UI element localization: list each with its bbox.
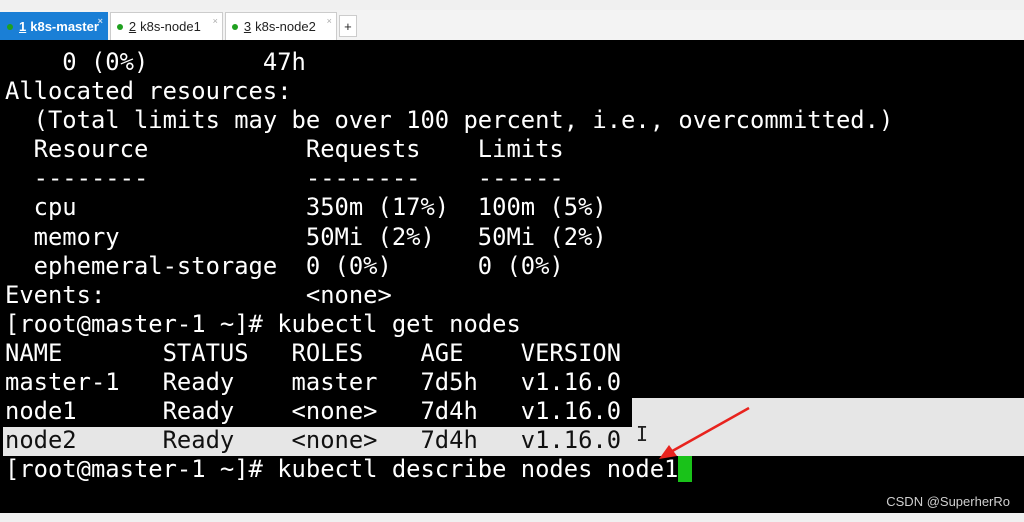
status-bar bbox=[0, 513, 1024, 522]
watermark: CSDN @SuperherRo bbox=[886, 494, 1010, 509]
terminal-line: Events: <none> bbox=[5, 280, 392, 309]
terminal-line-selected: node2 Ready <none> 7d4h v1.16.0 bbox=[5, 426, 622, 455]
terminal-line: master-1 Ready master 7d5h v1.16.0 bbox=[5, 368, 622, 397]
tab-k8s-master[interactable]: 1 k8s-master × bbox=[0, 12, 108, 40]
tab-label: k8s-master bbox=[30, 19, 99, 34]
status-dot-icon bbox=[231, 23, 238, 30]
terminal-line: node1 Ready <none> 7d4h v1.16.0 bbox=[5, 397, 622, 426]
tab-label: k8s-node2 bbox=[255, 19, 316, 34]
terminal-line: 0 (0%) 47h bbox=[5, 48, 306, 76]
terminal-line: [root@master-1 ~]# kubectl get nodes bbox=[5, 309, 521, 338]
close-tab-icon[interactable]: × bbox=[327, 16, 332, 26]
close-tab-icon[interactable]: × bbox=[98, 16, 103, 26]
terminal-line: NAME STATUS ROLES AGE VERSION bbox=[5, 338, 622, 367]
tab-k8s-node2[interactable]: 3 k8s-node2 × bbox=[224, 12, 337, 40]
terminal-line: -------- -------- ------ bbox=[5, 164, 564, 193]
tab-label: k8s-node1 bbox=[140, 19, 201, 34]
terminal-prompt-line[interactable]: [root@master-1 ~]# kubectl describe node… bbox=[5, 455, 893, 484]
terminal-line: memory 50Mi (2%) 50Mi (2%) bbox=[5, 222, 607, 251]
terminal-line: (Total limits may be over 100 percent, i… bbox=[5, 106, 894, 135]
tab-k8s-node1[interactable]: 2 k8s-node1 × bbox=[109, 12, 223, 40]
text-cursor-ibeam-icon: I bbox=[636, 422, 649, 446]
session-tab-bar: 1 k8s-master × 2 k8s-node1 × 3 k8s-node2… bbox=[0, 10, 1024, 40]
close-tab-icon[interactable]: × bbox=[213, 16, 218, 26]
add-tab-button[interactable]: + bbox=[338, 15, 357, 37]
tab-number: 3 bbox=[243, 19, 252, 34]
status-dot-icon bbox=[116, 23, 123, 30]
tab-number: 1 bbox=[19, 19, 27, 34]
terminal-output[interactable]: 0 (0%) 47h Allocated resources: (Total l… bbox=[0, 42, 1024, 512]
annotation-arrow-icon bbox=[659, 406, 750, 459]
terminal-line: Resource Requests Limits bbox=[5, 135, 564, 164]
command-text: [root@master-1 ~]# kubectl describe node… bbox=[5, 455, 679, 484]
status-dot-icon bbox=[7, 23, 13, 30]
tab-number: 2 bbox=[128, 19, 137, 34]
terminal-line: Allocated resources: bbox=[5, 77, 292, 106]
terminal-line: cpu 350m (17%) 100m (5%) bbox=[5, 193, 607, 222]
terminal-line: ephemeral-storage 0 (0%) 0 (0%) bbox=[5, 251, 564, 280]
